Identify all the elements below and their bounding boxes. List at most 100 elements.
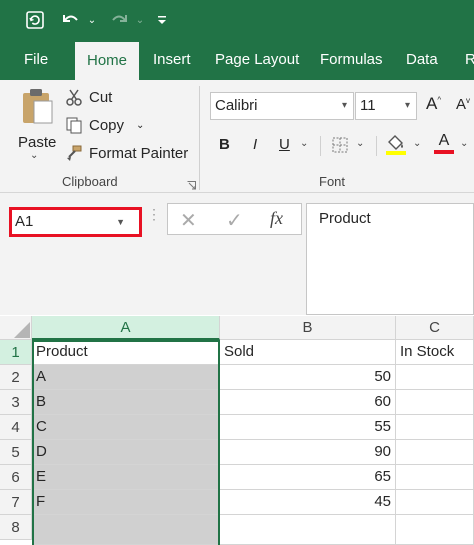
- cell-b7[interactable]: 45: [220, 490, 396, 515]
- cell-b6[interactable]: 65: [220, 465, 396, 490]
- cell-a4[interactable]: C: [32, 415, 220, 440]
- ribbon: Paste ⌄ Cut Copy ⌄ Format Painter Clipbo…: [0, 80, 474, 193]
- cell-a5[interactable]: D: [32, 440, 220, 465]
- cancel-icon[interactable]: ✕: [180, 208, 197, 233]
- cell-b1[interactable]: Sold: [220, 340, 396, 365]
- font-name-dropdown-icon: ▾: [341, 100, 347, 111]
- ribbon-tabs: File Home Insert Page Layout Formulas Da…: [0, 40, 474, 80]
- row-header[interactable]: 8: [0, 515, 32, 540]
- cell-c3[interactable]: [396, 390, 474, 415]
- row-header[interactable]: 4: [0, 415, 32, 440]
- name-box-value: A1: [15, 213, 34, 230]
- formula-bar: A1 ▼ ⋮ ✕ ✓ fx Product: [0, 193, 474, 315]
- tab-home[interactable]: Home: [75, 42, 140, 80]
- cell-b5[interactable]: 90: [220, 440, 396, 465]
- formula-bar-resize-handle[interactable]: ⋮: [147, 207, 161, 233]
- cell-c7[interactable]: [396, 490, 474, 515]
- paint-bucket-icon: [386, 135, 406, 155]
- tab-page-layout[interactable]: Page Layout: [215, 40, 299, 80]
- cell-b3[interactable]: 60: [220, 390, 396, 415]
- cell-a2[interactable]: A: [32, 365, 220, 390]
- font-group-label: Font: [319, 174, 346, 189]
- name-box[interactable]: A1 ▼: [9, 207, 142, 237]
- bold-button[interactable]: B: [219, 136, 230, 153]
- font-size-value: 11: [360, 97, 376, 114]
- format-painter-button[interactable]: Format Painter: [65, 144, 188, 162]
- borders-dropdown-icon[interactable]: ⌄: [356, 138, 364, 149]
- redo-dropdown-icon[interactable]: ⌄: [134, 6, 146, 34]
- tab-file[interactable]: File: [24, 40, 48, 80]
- decrease-font-size-button[interactable]: Av: [456, 96, 470, 113]
- select-all-button[interactable]: [0, 316, 32, 340]
- paste-icon: [20, 88, 54, 129]
- copy-dropdown-icon[interactable]: ⌄: [136, 120, 144, 131]
- cell-c2[interactable]: [396, 365, 474, 390]
- font-color-dropdown-icon[interactable]: ⌄: [460, 138, 468, 149]
- tab-formulas[interactable]: Formulas: [320, 40, 383, 80]
- row-header[interactable]: 6: [0, 465, 32, 490]
- undo-icon[interactable]: [56, 6, 86, 34]
- fill-color-dropdown-icon[interactable]: ⌄: [413, 138, 421, 149]
- copy-label: Copy: [89, 116, 125, 134]
- column-header-b[interactable]: B: [220, 316, 396, 340]
- scissors-icon: [66, 89, 82, 106]
- name-box-dropdown-icon: ▼: [116, 217, 125, 227]
- tab-review[interactable]: R: [465, 40, 474, 80]
- row-header[interactable]: 5: [0, 440, 32, 465]
- customize-toolbar-icon[interactable]: [154, 6, 170, 34]
- italic-button[interactable]: I: [253, 136, 257, 153]
- font-size-select[interactable]: 11 ▾: [355, 92, 417, 120]
- autosave-icon[interactable]: [20, 6, 50, 34]
- font-size-dropdown-icon: ▾: [404, 100, 410, 111]
- cell-c1[interactable]: In Stock: [396, 340, 474, 365]
- borders-icon: [332, 137, 348, 153]
- enter-icon[interactable]: ✓: [226, 208, 243, 233]
- copy-button[interactable]: Copy ⌄: [65, 116, 144, 134]
- font-color-button[interactable]: A: [434, 132, 454, 154]
- cell-a8[interactable]: [32, 515, 220, 545]
- cell-b4[interactable]: 55: [220, 415, 396, 440]
- font-color-swatch: [434, 150, 454, 154]
- cell-b2[interactable]: 50: [220, 365, 396, 390]
- title-bar: ⌄ ⌄: [0, 0, 474, 40]
- cut-label: Cut: [89, 88, 113, 106]
- cut-button[interactable]: Cut: [65, 88, 112, 106]
- tab-data[interactable]: Data: [406, 40, 438, 80]
- clipboard-group-label: Clipboard: [62, 174, 118, 189]
- clipboard-dialog-launcher-icon[interactable]: [187, 177, 196, 190]
- borders-button[interactable]: [331, 136, 349, 157]
- redo-icon[interactable]: [104, 6, 134, 34]
- insert-function-icon[interactable]: fx: [270, 208, 283, 229]
- undo-dropdown-icon[interactable]: ⌄: [86, 6, 98, 34]
- column-header-c[interactable]: C: [396, 316, 474, 340]
- paste-button[interactable]: Paste: [14, 86, 58, 154]
- group-separator: [199, 86, 200, 190]
- row-header[interactable]: 3: [0, 390, 32, 415]
- row-header[interactable]: 2: [0, 365, 32, 390]
- cell-c8[interactable]: [396, 515, 474, 545]
- row-header[interactable]: 1: [0, 340, 32, 365]
- group-separator: [376, 136, 377, 156]
- row-header[interactable]: 7: [0, 490, 32, 515]
- increase-font-size-button[interactable]: A^: [426, 94, 441, 114]
- column-header-a[interactable]: A: [32, 316, 220, 340]
- cell-c4[interactable]: [396, 415, 474, 440]
- font-name-select[interactable]: Calibri ▾: [210, 92, 354, 120]
- tab-insert[interactable]: Insert: [153, 40, 191, 80]
- underline-dropdown-icon[interactable]: ⌄: [300, 138, 308, 149]
- formula-content: Product: [319, 210, 371, 227]
- copy-icon: [66, 117, 82, 134]
- cell-c6[interactable]: [396, 465, 474, 490]
- font-color-letter: A: [438, 132, 450, 149]
- formula-actions: ✕ ✓ fx: [167, 203, 302, 235]
- cell-a1[interactable]: Product: [32, 340, 220, 365]
- cell-b8[interactable]: [220, 515, 396, 545]
- fill-color-button[interactable]: [385, 132, 407, 159]
- formula-input[interactable]: Product: [306, 203, 474, 315]
- cell-a7[interactable]: F: [32, 490, 220, 515]
- cell-c5[interactable]: [396, 440, 474, 465]
- cell-a3[interactable]: B: [32, 390, 220, 415]
- cell-a6[interactable]: E: [32, 465, 220, 490]
- underline-button[interactable]: U: [279, 136, 290, 153]
- paste-dropdown-icon[interactable]: ⌄: [30, 150, 38, 161]
